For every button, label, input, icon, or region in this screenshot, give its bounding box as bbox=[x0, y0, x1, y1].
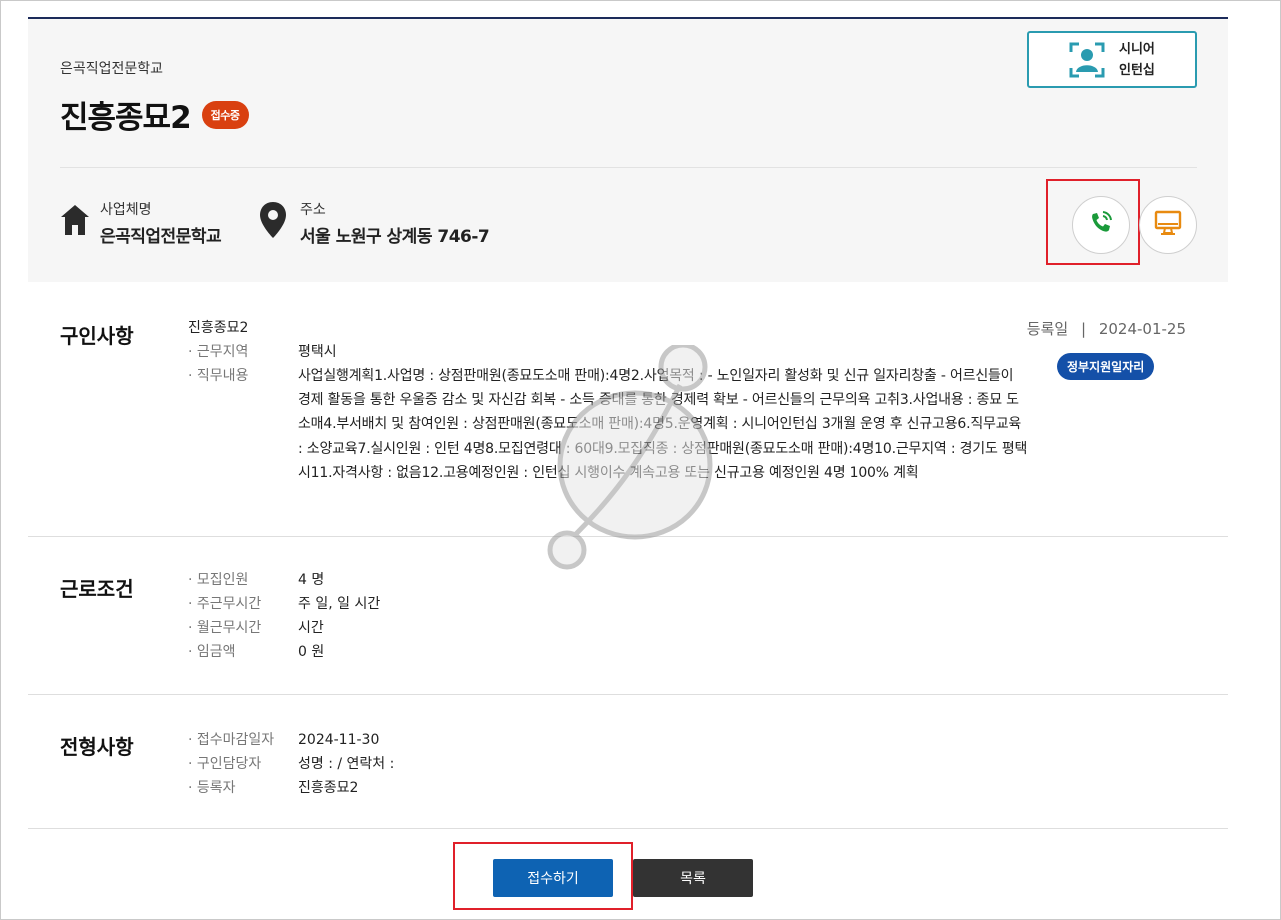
work-area-label: · 근무지역 bbox=[188, 344, 249, 360]
phone-highlight-box bbox=[1046, 179, 1140, 265]
registration-date: 등록일 | 2024-01-25 bbox=[1027, 318, 1186, 339]
business-value: 은곡직업전문학교 bbox=[100, 227, 222, 247]
conditions-title: 근로조건 bbox=[60, 577, 134, 601]
job-desc-label: · 직무내용 bbox=[188, 368, 249, 384]
selection-value: 성명 : / 연락처 : bbox=[298, 756, 395, 772]
condition-value: 0 원 bbox=[298, 644, 325, 660]
gov-support-badge: 정부지원일자리 bbox=[1057, 353, 1155, 380]
condition-value: 4 명 bbox=[298, 572, 325, 588]
condition-label: · 모집인원 bbox=[188, 572, 249, 588]
selection-title: 전형사항 bbox=[60, 735, 134, 759]
condition-value: 주 일, 일 시간 bbox=[298, 596, 381, 612]
work-area-value: 평택시 bbox=[298, 344, 337, 360]
job-name-row: 진흥종묘2 bbox=[188, 316, 248, 340]
page-title: 진흥종묘2 bbox=[60, 100, 192, 136]
condition-value: 시간 bbox=[298, 620, 324, 636]
reg-separator: | bbox=[1080, 320, 1087, 338]
selection-row: · 구인담당자 성명 : / 연락처 : bbox=[188, 752, 394, 776]
selection-label: · 구인담당자 bbox=[188, 756, 262, 772]
selection-section: 전형사항 · 접수마감일자 2024-11-30 · 구인담당자 성명 : / … bbox=[28, 695, 1228, 829]
work-area-row: · 근무지역 평택시 bbox=[188, 340, 337, 364]
address-info: 주소 서울 노원구 상계동 746-7 bbox=[258, 199, 490, 247]
condition-label: · 월근무시간 bbox=[188, 620, 262, 636]
selection-row: · 접수마감일자 2024-11-30 bbox=[188, 728, 379, 752]
loading-cursor-icon bbox=[547, 345, 713, 570]
location-pin-icon bbox=[258, 201, 288, 243]
org-name: 은곡직업전문학교 bbox=[60, 61, 164, 77]
address-value: 서울 노원구 상계동 746-7 bbox=[300, 227, 490, 247]
address-label: 주소 bbox=[300, 202, 326, 218]
recruit-title: 구인사항 bbox=[60, 324, 134, 348]
senior-intern-icon bbox=[1069, 42, 1105, 78]
selection-row: · 등록자 진흥종묘2 bbox=[188, 776, 358, 800]
homepage-button[interactable] bbox=[1139, 196, 1197, 254]
senior-internship-label: 시니어 인턴십 bbox=[1119, 39, 1155, 81]
selection-value: 진흥종묘2 bbox=[298, 780, 359, 796]
condition-row: · 모집인원 4 명 bbox=[188, 568, 324, 592]
senior-internship-button[interactable]: 시니어 인턴십 bbox=[1027, 31, 1197, 88]
condition-label: · 임금액 bbox=[188, 644, 236, 660]
apply-highlight-box bbox=[453, 842, 633, 910]
home-icon bbox=[60, 203, 90, 241]
header-divider bbox=[60, 167, 1197, 168]
job-header: 은곡직업전문학교 진흥종묘2 접수중 시니어 인턴십 사업체명 은곡직업전문학교… bbox=[28, 17, 1228, 282]
reg-date-value: 2024-01-25 bbox=[1098, 320, 1186, 338]
monitor-icon bbox=[1154, 210, 1182, 240]
business-label: 사업체명 bbox=[100, 202, 152, 218]
reg-label: 등록일 bbox=[1026, 320, 1069, 338]
status-badge: 접수중 bbox=[201, 100, 249, 129]
condition-row: · 월근무시간 시간 bbox=[188, 616, 324, 640]
selection-value: 2024-11-30 bbox=[298, 732, 380, 748]
business-info: 사업체명 은곡직업전문학교 bbox=[60, 199, 222, 247]
senior-label-line1: 시니어 bbox=[1119, 41, 1155, 57]
selection-label: · 등록자 bbox=[188, 780, 236, 796]
job-name: 진흥종묘2 bbox=[188, 320, 249, 336]
selection-label: · 접수마감일자 bbox=[188, 732, 275, 748]
list-button[interactable]: 목록 bbox=[633, 859, 753, 897]
condition-row: · 주근무시간 주 일, 일 시간 bbox=[188, 592, 380, 616]
condition-label: · 주근무시간 bbox=[188, 596, 262, 612]
senior-label-line2: 인턴십 bbox=[1119, 62, 1155, 78]
condition-row: · 임금액 0 원 bbox=[188, 640, 324, 664]
title-row: 진흥종묘2 접수중 bbox=[60, 92, 249, 137]
